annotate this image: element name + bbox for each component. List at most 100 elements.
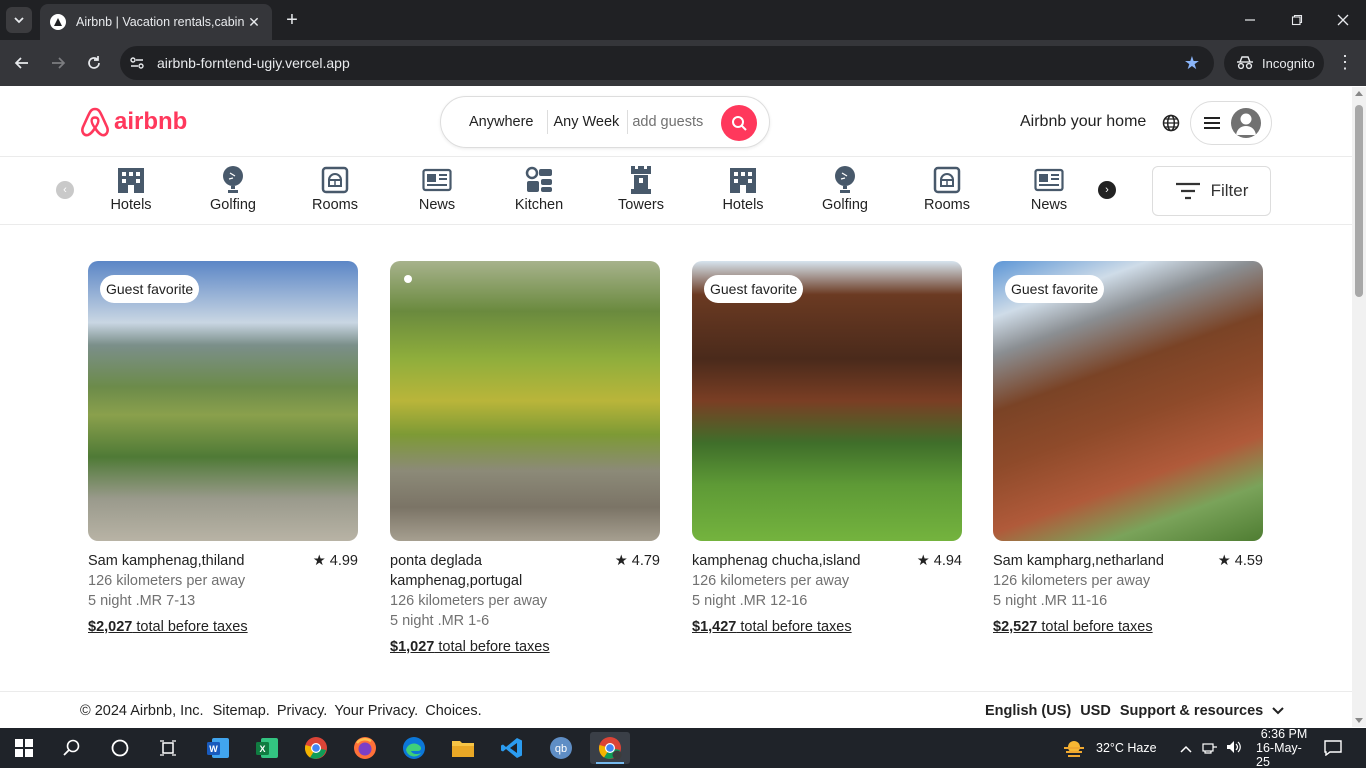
- hotel-icon: [115, 165, 147, 195]
- category-rooms[interactable]: Rooms: [907, 165, 987, 215]
- cortana-button[interactable]: [100, 732, 140, 764]
- news-icon: [421, 165, 453, 195]
- chevron-down-icon[interactable]: [1272, 706, 1284, 716]
- search-location[interactable]: Anywhere: [441, 114, 547, 130]
- listing-distance: 126 kilometers per away: [993, 573, 1151, 589]
- listing-card[interactable]: Guest favorite Sam kamphenag,thiland ★ 4.…: [88, 261, 358, 635]
- weather-widget[interactable]: 32°C Haze: [1062, 728, 1157, 768]
- clock-time: 6:36 PM: [1260, 727, 1308, 741]
- taskbar-chrome-incognito[interactable]: [590, 732, 630, 764]
- listing-rating: ★ 4.99: [313, 551, 358, 571]
- task-view-button[interactable]: [148, 732, 188, 764]
- taskbar-chrome[interactable]: [296, 732, 336, 764]
- currency-selector[interactable]: USD: [1080, 703, 1111, 719]
- price-amount: $2,027: [88, 619, 133, 635]
- footer-link-sitemap[interactable]: Sitemap.: [213, 703, 270, 719]
- tab-close-icon[interactable]: ✕: [246, 14, 262, 30]
- forward-button[interactable]: [48, 53, 68, 73]
- airbnb-logo[interactable]: airbnb: [80, 106, 187, 138]
- search-guests-input[interactable]: add guests: [628, 114, 703, 130]
- category-hotels[interactable]: Hotels: [703, 165, 783, 215]
- folder-icon: [452, 741, 474, 757]
- listing-price[interactable]: $2,027 total before taxes: [88, 619, 358, 635]
- category-news[interactable]: News: [397, 165, 477, 215]
- volume-icon[interactable]: [1226, 740, 1242, 757]
- taskbar-edge[interactable]: [394, 732, 434, 764]
- category-scroll-right-button[interactable]: ›: [1098, 181, 1116, 199]
- category-golfing[interactable]: Golfing: [193, 165, 273, 215]
- vscode-icon: [501, 738, 522, 758]
- listing-price[interactable]: $1,027 total before taxes: [390, 639, 660, 655]
- listing-rating: ★ 4.59: [1218, 551, 1263, 571]
- listing-distance: 126 kilometers per away: [390, 593, 548, 609]
- network-icon[interactable]: [1202, 740, 1218, 757]
- address-bar[interactable]: airbnb-forntend-ugiy.vercel.app ★: [120, 46, 1214, 80]
- browser-tab[interactable]: Airbnb | Vacation rentals,cabin ✕: [40, 4, 272, 40]
- taskbar-qbittorrent[interactable]: qb: [541, 732, 581, 764]
- category-label: Towers: [618, 197, 664, 213]
- taskbar-firefox[interactable]: [345, 732, 385, 764]
- filter-button[interactable]: Filter: [1152, 166, 1271, 216]
- scroll-down-arrow-icon[interactable]: [1355, 718, 1363, 723]
- listing-card[interactable]: Guest favorite Sam kampharg,netharland ★…: [993, 261, 1263, 635]
- search-dates[interactable]: Any Week: [548, 114, 627, 130]
- restore-button[interactable]: [1287, 10, 1307, 30]
- listing-photo[interactable]: Guest favorite: [88, 261, 358, 541]
- listing-title: Sam kamphenag,thiland: [88, 553, 245, 569]
- carousel-dot[interactable]: [404, 275, 412, 283]
- rooms-icon: [931, 165, 963, 195]
- listing-card[interactable]: ponta deglada kamphenag,portugal ★ 4.79 1…: [390, 261, 660, 655]
- start-button[interactable]: [4, 732, 44, 764]
- category-rooms[interactable]: Rooms: [295, 165, 375, 215]
- listing-photo[interactable]: Guest favorite: [993, 261, 1263, 541]
- price-amount: $1,027: [390, 639, 435, 655]
- word-icon: W: [207, 738, 229, 758]
- category-news[interactable]: News: [1009, 165, 1089, 215]
- footer-link-your-privacy[interactable]: Your Privacy.: [334, 703, 418, 719]
- show-hidden-icons-chevron-icon[interactable]: [1180, 741, 1192, 756]
- site-info-icon[interactable]: [128, 54, 146, 72]
- listing-price[interactable]: $2,527 total before taxes: [993, 619, 1263, 635]
- incognito-indicator[interactable]: Incognito: [1224, 46, 1324, 80]
- reload-button[interactable]: [84, 53, 104, 73]
- language-selector[interactable]: English (US): [985, 703, 1071, 719]
- reload-icon: [88, 56, 100, 69]
- user-menu-button[interactable]: [1190, 101, 1272, 145]
- category-kitchen[interactable]: Kitchen: [499, 165, 579, 215]
- tab-search-button[interactable]: [6, 7, 32, 33]
- support-resources-link[interactable]: Support & resources: [1120, 703, 1263, 719]
- listing-card[interactable]: Guest favorite kamphenag chucha,island ★…: [692, 261, 962, 635]
- back-button[interactable]: [12, 53, 32, 73]
- taskbar-excel[interactable]: X: [247, 732, 287, 764]
- listing-photo[interactable]: [390, 261, 660, 541]
- notification-center-button[interactable]: [1324, 728, 1342, 768]
- taskbar-vscode[interactable]: [492, 732, 532, 764]
- taskbar-search-button[interactable]: [52, 732, 92, 764]
- taskbar-word[interactable]: W: [198, 732, 238, 764]
- listing-dates: 5 night .MR 7-13: [88, 593, 196, 609]
- price-suffix: total before taxes: [736, 619, 852, 635]
- search-button[interactable]: [721, 105, 757, 141]
- category-golfing[interactable]: Golfing: [805, 165, 885, 215]
- close-window-button[interactable]: [1333, 10, 1353, 30]
- new-tab-button[interactable]: +: [282, 9, 302, 31]
- minimize-button[interactable]: [1240, 10, 1260, 30]
- taskbar-file-explorer[interactable]: [443, 732, 483, 764]
- footer-link-choices[interactable]: Choices.: [425, 703, 481, 719]
- scroll-up-arrow-icon[interactable]: [1355, 91, 1363, 96]
- browser-menu-icon[interactable]: ⋮: [1336, 52, 1354, 72]
- category-scroll-left-button[interactable]: ‹: [56, 181, 74, 199]
- category-towers[interactable]: Towers: [601, 165, 681, 215]
- listing-price[interactable]: $1,427 total before taxes: [692, 619, 962, 635]
- search-bar[interactable]: Anywhere Any Week add guests: [440, 96, 770, 148]
- listing-photo[interactable]: Guest favorite: [692, 261, 962, 541]
- footer-link-privacy[interactable]: Privacy.: [277, 703, 328, 719]
- bookmark-star-icon[interactable]: ★: [1184, 53, 1200, 74]
- host-link[interactable]: Airbnb your home: [1020, 113, 1146, 131]
- category-hotels[interactable]: Hotels: [91, 165, 171, 215]
- globe-icon[interactable]: [1162, 114, 1180, 132]
- page-scrollbar[interactable]: [1352, 87, 1366, 727]
- scrollbar-thumb[interactable]: [1355, 105, 1363, 297]
- clock[interactable]: 6:36 PM 16-May-25: [1256, 727, 1312, 769]
- incognito-label: Incognito: [1262, 55, 1315, 71]
